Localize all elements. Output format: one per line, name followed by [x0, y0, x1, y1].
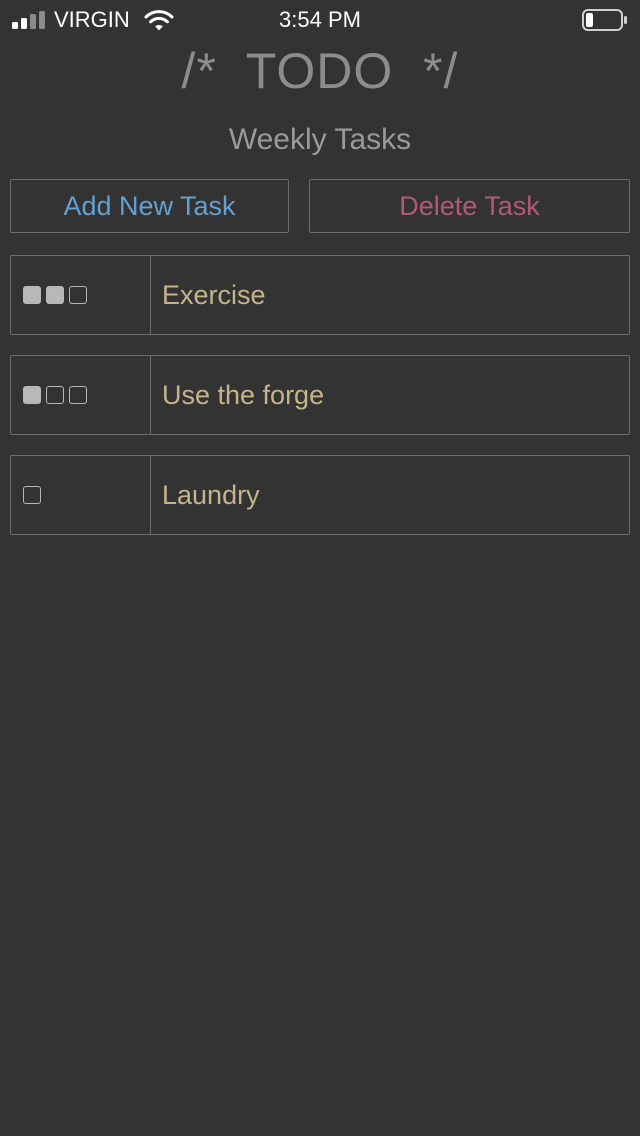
checkbox-icon[interactable] [23, 486, 41, 504]
checkbox-icon[interactable] [46, 386, 64, 404]
checkbox-icon[interactable] [69, 386, 87, 404]
checkbox-icon[interactable] [23, 386, 41, 404]
status-bar: VIRGIN 3:54 PM [0, 0, 640, 40]
task-row[interactable]: Laundry [10, 455, 630, 535]
checkbox-icon[interactable] [23, 286, 41, 304]
task-row[interactable]: Exercise [10, 255, 630, 335]
page-subtitle: Weekly Tasks [228, 123, 412, 156]
task-checkbox-group [11, 456, 151, 534]
checkbox-icon[interactable] [69, 286, 87, 304]
battery-icon [582, 9, 627, 31]
task-row[interactable]: Use the forge [10, 355, 630, 435]
checkbox-icon[interactable] [46, 286, 64, 304]
task-checkbox-group [11, 256, 151, 334]
status-time: 3:54 PM [279, 7, 361, 32]
add-task-button[interactable]: Add New Task [10, 179, 289, 233]
task-checkbox-group [11, 356, 151, 434]
delete-task-button[interactable]: Delete Task [309, 179, 630, 233]
app-title: /* TODO */ [181, 43, 459, 99]
task-label[interactable]: Laundry [151, 456, 260, 534]
task-label[interactable]: Use the forge [151, 356, 324, 434]
task-label[interactable]: Exercise [151, 256, 266, 334]
